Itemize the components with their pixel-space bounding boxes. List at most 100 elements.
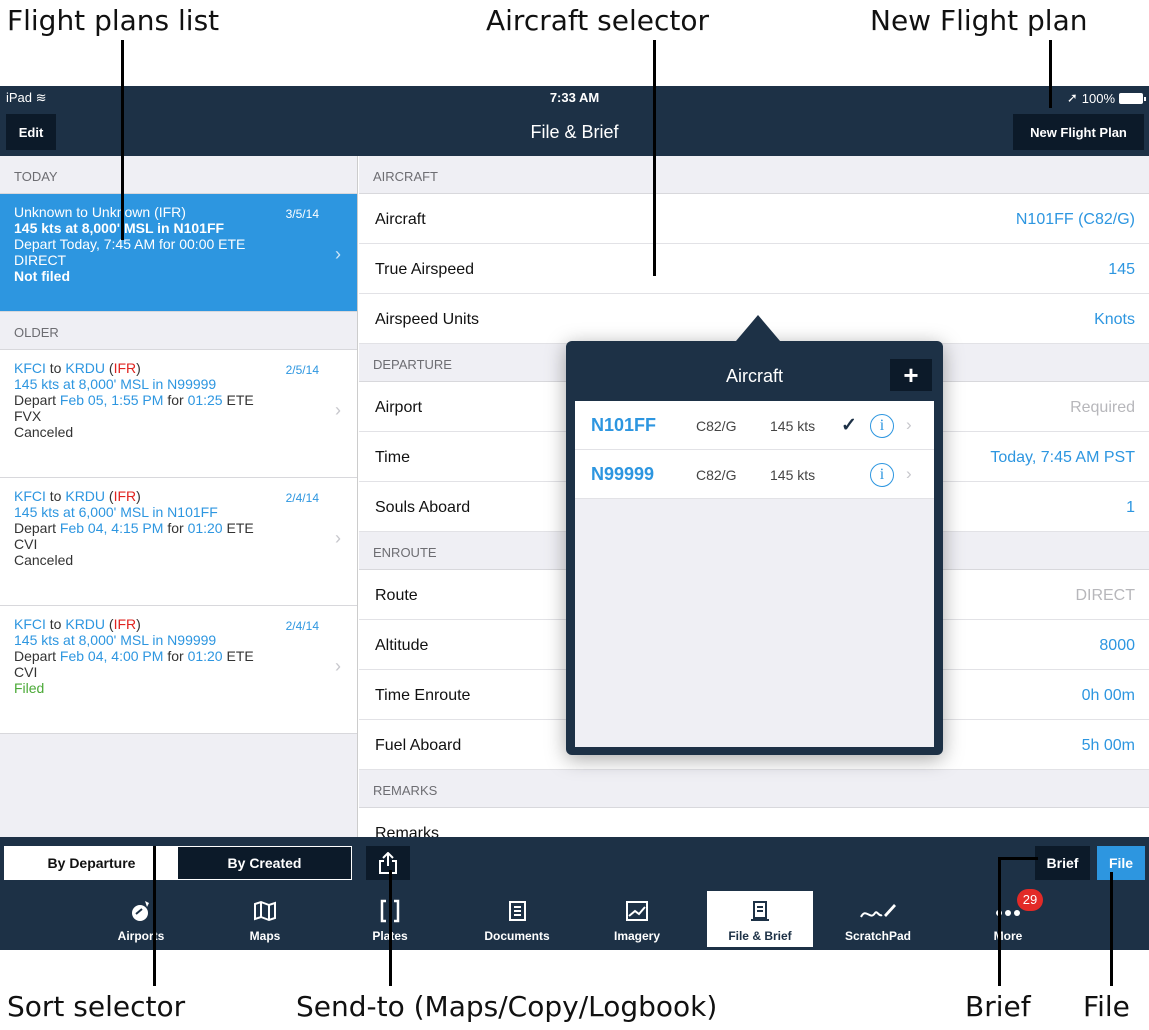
- aircraft-popover: Aircraft + N101FF C82/G 145 kts ✓ i › N9…: [566, 315, 943, 755]
- aircraft-row-n101ff[interactable]: N101FF C82/G 145 kts ✓ i ›: [575, 401, 934, 450]
- leader-new-flight-plan: [1049, 40, 1052, 108]
- chevron-right-icon: ›: [906, 415, 912, 434]
- flight-date: 2/4/14: [285, 619, 319, 633]
- share-icon: [379, 852, 397, 874]
- row-value: 0h 00m: [1081, 687, 1135, 704]
- chevron-right-icon: ›: [335, 400, 341, 420]
- flight-speed-alt: 145 kts at 8,000' MSL in N101FF: [14, 220, 225, 236]
- row-label: Airspeed Units: [375, 311, 480, 328]
- new-flight-plan-button[interactable]: New Flight Plan: [1013, 114, 1144, 150]
- tab-label: Maps: [249, 929, 281, 943]
- flight-status: Filed: [14, 680, 45, 696]
- row-label: Time Enroute: [375, 687, 471, 704]
- tab-imagery[interactable]: Imagery: [584, 891, 690, 947]
- tab-more[interactable]: 29 More: [955, 889, 1061, 947]
- tab-label: Airports: [117, 929, 165, 943]
- row-label: Altitude: [375, 637, 429, 654]
- file-button[interactable]: File: [1097, 846, 1145, 880]
- leader-aircraft-selector: [653, 40, 656, 276]
- flight-date: 2/5/14: [285, 363, 319, 377]
- status-time: 7:33 AM: [549, 90, 600, 105]
- callout-aircraft-selector: Aircraft selector: [486, 4, 709, 37]
- info-icon[interactable]: i: [870, 414, 894, 438]
- documents-icon: [509, 901, 526, 921]
- flight-status: Canceled: [14, 552, 74, 568]
- tab-label: Imagery: [613, 929, 661, 943]
- flight-speed-alt: 145 kts at 8,000' MSL in N99999: [14, 376, 217, 392]
- section-header-aircraft: AIRCRAFT: [359, 156, 1149, 194]
- flight-status: Not filed: [14, 268, 70, 284]
- file-brief-icon: [751, 901, 769, 921]
- leader-brief-hook: [998, 857, 1038, 860]
- battery-percent: 100%: [1081, 90, 1115, 106]
- row-label: Aircraft: [375, 211, 426, 228]
- tab-documents[interactable]: Documents: [464, 891, 570, 947]
- row-label: True Airspeed: [375, 261, 475, 278]
- row-value: Today, 7:45 AM PST: [990, 449, 1135, 466]
- tab-label: Documents: [484, 929, 550, 943]
- add-aircraft-button[interactable]: +: [890, 359, 932, 391]
- callout-sort-selector: Sort selector: [7, 990, 186, 1023]
- tab-maps[interactable]: Maps: [212, 891, 318, 947]
- tab-airports[interactable]: Airports: [88, 891, 194, 947]
- leader-brief: [998, 857, 1001, 986]
- leader-send-to: [389, 870, 392, 986]
- tab-bar: Airports Maps Plates Documents Imagery F…: [0, 887, 1149, 950]
- flight-route-string: CVI: [14, 536, 38, 552]
- airport-icon: [132, 901, 149, 921]
- popover-arrow: [736, 315, 780, 341]
- sort-by-created-button[interactable]: By Created: [178, 847, 351, 879]
- flight-speed-alt: 145 kts at 6,000' MSL in N101FF: [14, 504, 218, 520]
- flight-plan-item-today[interactable]: Unknown to Unknown (IFR) 3/5/14 145 kts …: [0, 194, 357, 312]
- row-label: Time: [375, 449, 410, 466]
- tab-scratchpad[interactable]: ScratchPad: [825, 891, 931, 947]
- brief-button[interactable]: Brief: [1035, 846, 1090, 880]
- aircraft-type: C82/G: [696, 418, 737, 434]
- aircraft-type: C82/G: [696, 467, 737, 483]
- row-value: 145: [1108, 261, 1135, 278]
- popover-title: Aircraft: [725, 366, 783, 386]
- row-value: DIRECT: [1075, 587, 1135, 604]
- location-arrow-icon: ➚: [1066, 90, 1078, 105]
- checkmark-icon: ✓: [841, 415, 857, 436]
- sort-selector: By Departure By Created: [4, 846, 352, 880]
- row-value: N101FF (C82/G): [1015, 211, 1135, 228]
- aircraft-row-n99999[interactable]: N99999 C82/G 145 kts i ›: [575, 450, 934, 499]
- battery-icon: [1119, 92, 1146, 104]
- flight-plans-list: TODAY Unknown to Unknown (IFR) 3/5/14 14…: [0, 156, 358, 837]
- notification-badge: 29: [1017, 889, 1043, 911]
- flight-route-string: DIRECT: [14, 252, 67, 268]
- flight-plan-item[interactable]: KFCI to KRDU (IFR) 2/4/14 145 kts at 8,0…: [0, 606, 357, 734]
- row-true-airspeed[interactable]: True Airspeed 145: [359, 244, 1149, 294]
- row-aircraft[interactable]: Aircraft N101FF (C82/G): [359, 194, 1149, 244]
- bottom-toolbar: By Departure By Created Brief File: [0, 837, 1149, 887]
- info-icon[interactable]: i: [870, 463, 894, 487]
- aircraft-speed: 145 kts: [770, 418, 816, 434]
- callout-send-to: Send-to (Maps/Copy/Logbook): [296, 990, 718, 1023]
- page-title: File & Brief: [530, 122, 619, 142]
- status-bar: iPad ≋ 7:33 AM ➚ 100%: [0, 86, 1149, 108]
- row-value: 1: [1126, 499, 1135, 516]
- flight-depart: Depart Feb 05, 1:55 PM for 01:25 ETE: [14, 392, 254, 408]
- flight-date: 3/5/14: [285, 207, 319, 221]
- chevron-right-icon: ›: [906, 464, 912, 483]
- flight-route-string: FVX: [14, 408, 42, 424]
- flight-plan-item[interactable]: KFCI to KRDU (IFR) 2/5/14 145 kts at 8,0…: [0, 350, 357, 478]
- send-to-button[interactable]: [366, 846, 410, 880]
- section-header-older: OLDER: [0, 312, 357, 350]
- flight-depart: Depart Today, 7:45 AM for 00:00 ETE: [14, 236, 246, 252]
- tab-file-brief[interactable]: File & Brief: [707, 891, 813, 947]
- map-icon: [254, 900, 276, 922]
- leader-file: [1110, 872, 1113, 986]
- tab-label: More: [993, 929, 1023, 943]
- row-remarks[interactable]: Remarks: [359, 808, 1149, 837]
- row-label: Route: [375, 587, 418, 604]
- chevron-right-icon: ›: [335, 656, 341, 676]
- aircraft-tail: N99999: [591, 464, 655, 484]
- flight-date: 2/4/14: [285, 491, 319, 505]
- flight-plan-item[interactable]: KFCI to KRDU (IFR) 2/4/14 145 kts at 6,0…: [0, 478, 357, 606]
- row-value: Knots: [1094, 311, 1135, 328]
- scratchpad-icon: [860, 904, 896, 918]
- callout-new-flight-plan: New Flight plan: [870, 4, 1088, 37]
- tab-label: ScratchPad: [844, 929, 912, 943]
